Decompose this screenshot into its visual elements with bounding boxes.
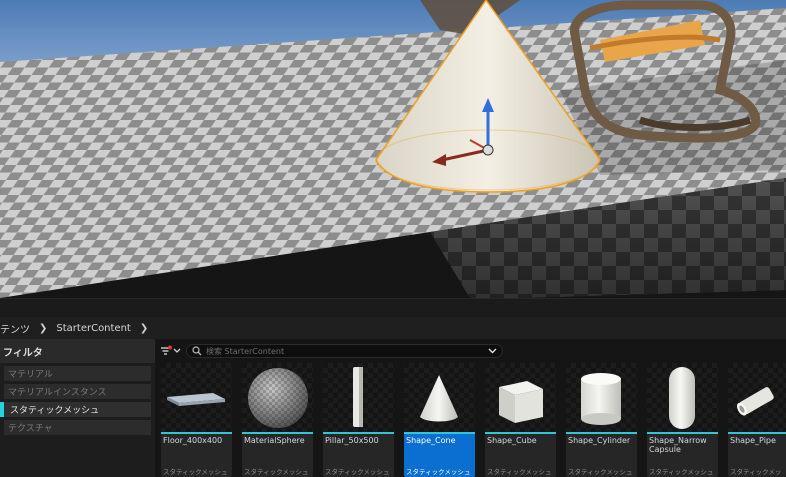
asset-type: スタティックメッシュ [163,468,228,476]
search-icon [192,346,202,356]
cylinder-icon [581,373,621,425]
asset-tile-shape-pipe[interactable]: Shape_Pipe スタティックメッシュ [728,363,786,477]
sphere-icon [248,368,308,428]
level-viewport[interactable] [0,0,786,298]
asset-name: Floor_400x400 [163,436,223,445]
filter-item-material[interactable]: マテリアル [4,366,151,381]
asset-type-bar [566,432,637,434]
asset-thumbnail [728,363,786,432]
asset-tile-pillar[interactable]: Pillar_50x500 スタティックメッシュ [323,363,394,477]
chevron-down-icon[interactable] [488,347,497,355]
filter-sidebar: フィルタ マテリアル マテリアルインスタンス スタティックメッシュ テクスチャ [0,339,155,477]
filter-item-static-mesh[interactable]: スタティックメッシュ [0,402,151,417]
asset-thumbnail [485,363,556,432]
filter-label: マテリアル [8,370,53,380]
asset-type: スタティックメッシュ [325,468,390,476]
asset-browser: Floor_400x400 スタティックメッシュ [155,339,786,477]
asset-type: スタティックメッシュ [649,468,714,476]
asset-type: スタティックメッシュ [487,468,552,476]
floor-plane-icon [167,393,225,406]
asset-thumbnail [647,363,718,432]
asset-type: スタティックメッシュ [730,468,782,476]
filter-item-material-instance[interactable]: マテリアルインスタンス [4,384,151,399]
filter-label: スタティックメッシュ [10,406,100,416]
asset-type: スタティックメッシュ [406,468,471,476]
asset-type-bar [242,432,313,434]
asset-name: MaterialSphere [244,436,305,445]
asset-tile-floor[interactable]: Floor_400x400 スタティックメッシュ [161,363,232,477]
capsule-icon [669,367,695,429]
breadcrumb-item-startercontent[interactable]: StarterContent [56,323,130,334]
asset-tile-shape-cylinder[interactable]: Shape_Cylinder スタティックメッシュ [566,363,637,477]
pillar-icon [353,367,363,427]
filter-label: テクスチャ [8,424,53,434]
asset-thumbnail [323,363,394,432]
chevron-right-icon[interactable]: ❯ [140,323,148,334]
filter-dropdown-button[interactable] [160,345,182,357]
chevron-right-icon: ❯ [39,322,48,334]
viewport-scene[interactable] [0,0,786,298]
asset-tile-shape-cube[interactable]: Shape_Cube スタティックメッシュ [485,363,556,477]
cube-icon [499,381,543,423]
search-box[interactable] [186,344,503,358]
asset-tile-shape-narrow-capsule[interactable]: Shape_Narrow Capsule スタティックメッシュ [647,363,718,477]
breadcrumb-item-content[interactable]: テンツ [0,321,30,336]
asset-name: Shape_Cylinder [568,436,631,445]
asset-thumbnail [566,363,637,432]
viewport-status-bar [0,298,786,317]
asset-type-bar [404,432,475,434]
breadcrumb: テンツ ❯ StarterContent ❯ [0,317,786,339]
asset-thumbnail [161,363,232,432]
filter-label: マテリアルインスタンス [8,388,107,398]
asset-type: スタティックメッシュ [244,468,309,476]
asset-name: Shape_Cone [406,436,456,445]
asset-type-bar [161,432,232,434]
pipe-icon [736,387,774,416]
asset-type-bar [485,432,556,434]
filter-item-texture[interactable]: テクスチャ [4,420,151,435]
asset-name: Shape_Pipe [730,436,776,445]
asset-type-bar [728,432,786,434]
asset-tile-shape-cone[interactable]: Shape_Cone スタティックメッシュ [404,363,475,477]
filter-icon [161,345,181,355]
search-input[interactable] [206,346,476,356]
asset-tile-materialsphere[interactable]: MaterialSphere スタティックメッシュ [242,363,313,477]
asset-name: Shape_Cube [487,436,537,445]
cone-icon [420,375,458,422]
asset-type-bar [647,432,718,434]
asset-thumbnail [242,363,313,432]
active-filter-marker [0,402,4,417]
asset-type: スタティックメッシュ [568,468,633,476]
asset-toolbar [155,339,786,363]
asset-thumbnail [404,363,475,433]
filter-header[interactable]: フィルタ [0,339,155,363]
asset-name: Pillar_50x500 [325,436,379,445]
asset-name: Shape_Narrow Capsule [649,436,707,454]
asset-type-bar [323,432,394,434]
